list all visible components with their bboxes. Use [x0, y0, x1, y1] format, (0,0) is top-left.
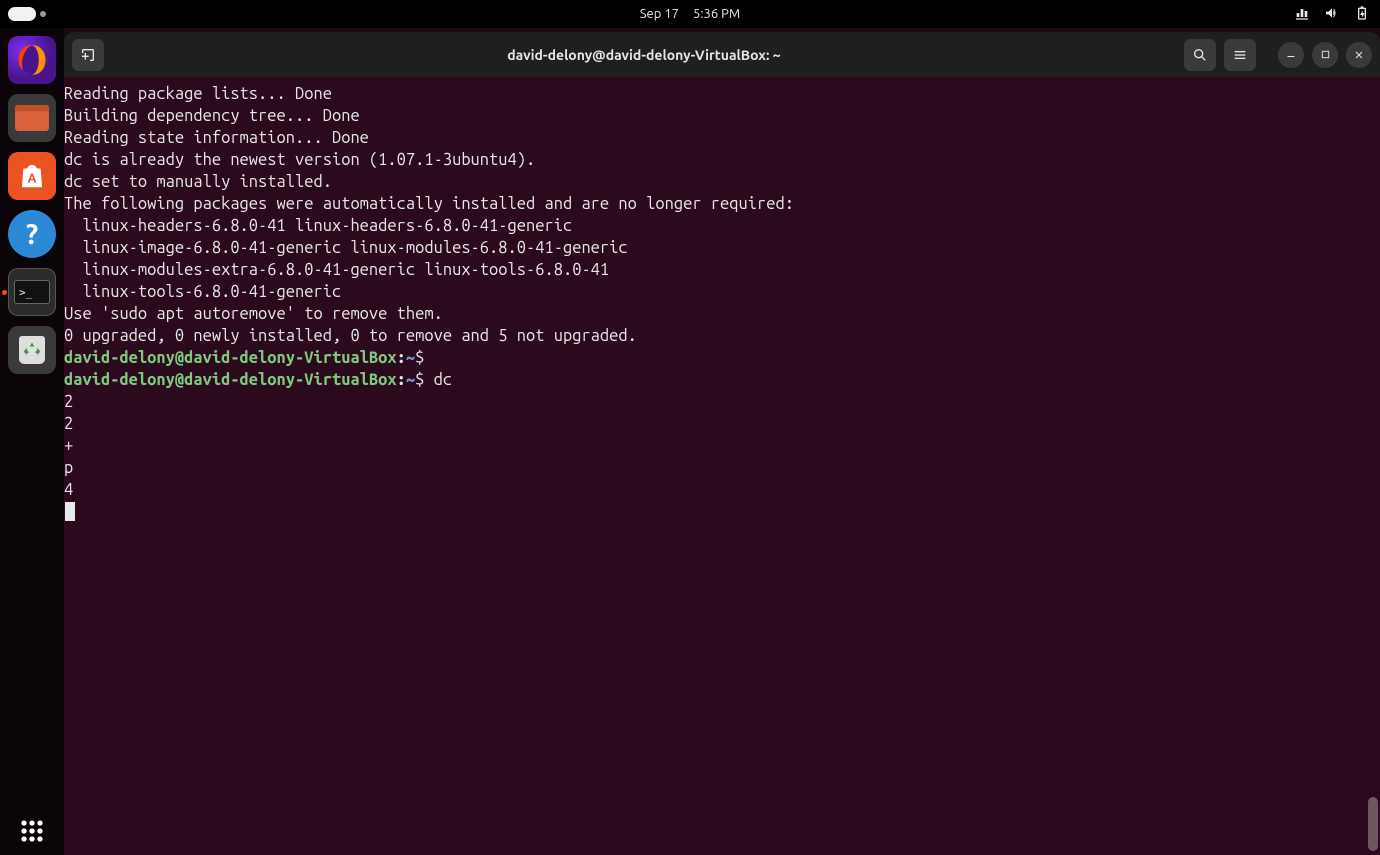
battery-icon[interactable]: [1354, 5, 1370, 24]
prompt-dollar: $: [415, 349, 424, 367]
activities-pill[interactable]: [8, 7, 36, 21]
output-line: 2: [64, 391, 1380, 413]
dock-help[interactable]: ?: [8, 210, 56, 258]
minimize-icon: [1285, 49, 1297, 61]
scrollbar-thumb[interactable]: [1368, 797, 1378, 851]
close-button[interactable]: [1346, 42, 1372, 68]
prompt-user: david-delony@david-delony-VirtualBox: [64, 349, 397, 367]
output-line: 2: [64, 413, 1380, 435]
prompt-line: david-delony@david-delony-VirtualBox:~$ …: [64, 369, 1380, 391]
output-line: p: [64, 457, 1380, 479]
maximize-icon: [1320, 49, 1331, 60]
title-bar[interactable]: david-delony@david-delony-VirtualBox: ~: [64, 32, 1380, 77]
svg-text:A: A: [28, 171, 37, 185]
recycle-icon: [19, 336, 45, 364]
output-line: +: [64, 435, 1380, 457]
output-line: dc set to manually installed.: [64, 171, 1380, 193]
new-tab-button[interactable]: [72, 39, 104, 71]
output-line: The following packages were automaticall…: [64, 193, 1380, 215]
prompt-path: ~: [406, 371, 415, 389]
output-line: 0 upgraded, 0 newly installed, 0 to remo…: [64, 325, 1380, 347]
output-line: linux-modules-extra-6.8.0-41-generic lin…: [64, 259, 1380, 281]
minimize-button[interactable]: [1278, 42, 1304, 68]
network-icon[interactable]: [1294, 5, 1310, 24]
window-title: david-delony@david-delony-VirtualBox: ~: [104, 47, 1184, 63]
shopping-bag-icon: A: [17, 161, 47, 191]
dock-trash[interactable]: [8, 326, 56, 374]
terminal-content[interactable]: Reading package lists... Done Building d…: [64, 77, 1380, 855]
dock-files[interactable]: [8, 94, 56, 142]
prompt-user: david-delony@david-delony-VirtualBox: [64, 371, 397, 389]
top-bar: Sep 17 5:36 PM: [0, 0, 1380, 28]
question-icon: ?: [26, 219, 38, 250]
hamburger-icon: [1232, 47, 1248, 63]
prompt-path: ~: [406, 349, 415, 367]
terminal-icon: >_: [14, 280, 50, 304]
firefox-icon: [14, 42, 50, 78]
menu-button[interactable]: [1224, 39, 1256, 71]
prompt-dollar: $: [415, 371, 424, 389]
prompt-line: david-delony@david-delony-VirtualBox:~$: [64, 347, 1380, 369]
output-line: Reading package lists... Done: [64, 83, 1380, 105]
grid-icon: [16, 815, 48, 847]
date-label: Sep 17: [640, 7, 679, 21]
time-label: 5:36 PM: [693, 7, 740, 21]
terminal-window: david-delony@david-delony-VirtualBox: ~ …: [64, 32, 1380, 855]
close-icon: [1353, 49, 1365, 61]
cursor-line: [64, 501, 1380, 523]
output-line: 4: [64, 479, 1380, 501]
output-line: Building dependency tree... Done: [64, 105, 1380, 127]
dock-firefox[interactable]: [8, 36, 56, 84]
output-line: dc is already the newest version (1.07.1…: [64, 149, 1380, 171]
folder-icon: [15, 105, 49, 131]
maximize-button[interactable]: [1312, 42, 1338, 68]
cursor: [65, 502, 75, 521]
new-tab-icon: [80, 47, 96, 63]
command-text: [424, 349, 433, 367]
prompt-sep: :: [397, 349, 406, 367]
output-line: linux-tools-6.8.0-41-generic: [64, 281, 1380, 303]
prompt-sep: :: [397, 371, 406, 389]
output-line: linux-image-6.8.0-41-generic linux-modul…: [64, 237, 1380, 259]
clock[interactable]: Sep 17 5:36 PM: [640, 7, 740, 21]
search-button[interactable]: [1184, 39, 1216, 71]
dock-software[interactable]: A: [8, 152, 56, 200]
dock-terminal[interactable]: >_: [8, 268, 56, 316]
dock-show-apps[interactable]: [8, 807, 56, 855]
output-line: linux-headers-6.8.0-41 linux-headers-6.8…: [64, 215, 1380, 237]
search-icon: [1192, 47, 1208, 63]
command-text: dc: [424, 371, 452, 389]
output-line: Use 'sudo apt autoremove' to remove them…: [64, 303, 1380, 325]
volume-icon[interactable]: [1324, 5, 1340, 24]
output-line: Reading state information... Done: [64, 127, 1380, 149]
dock: A ? >_: [0, 28, 64, 855]
